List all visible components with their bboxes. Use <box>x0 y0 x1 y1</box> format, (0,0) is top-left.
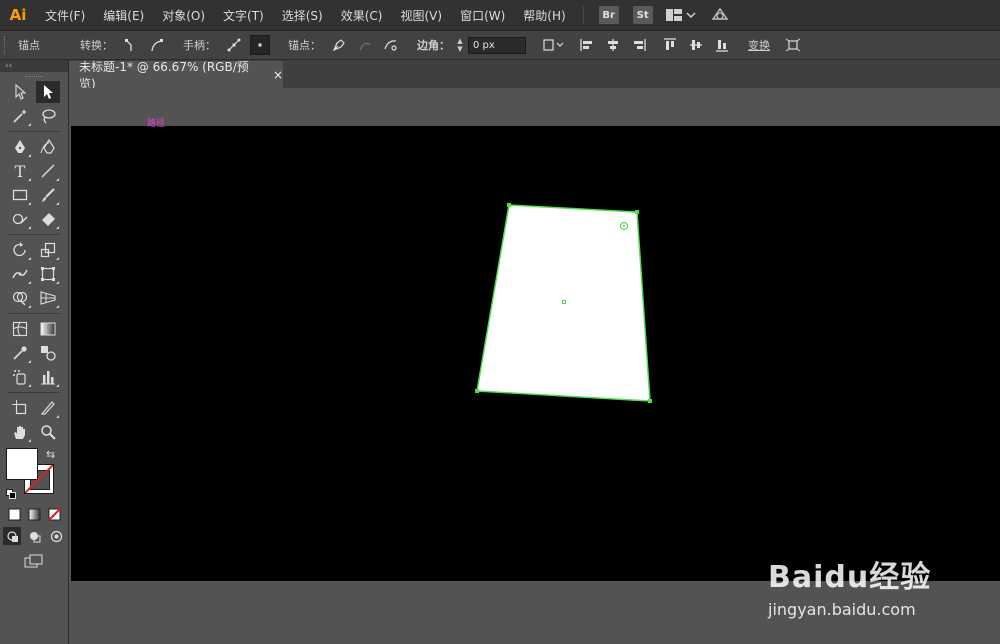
menu-type[interactable]: 文字(T) <box>214 7 273 24</box>
align-bottom-icon[interactable] <box>712 35 732 55</box>
lasso-tool-icon[interactable] <box>36 105 60 127</box>
menu-select[interactable]: 选择(S) <box>273 7 332 24</box>
menu-help[interactable]: 帮助(H) <box>514 7 574 24</box>
free-transform-tool-icon[interactable] <box>36 263 60 285</box>
none-mode-icon[interactable] <box>46 506 62 522</box>
anchors-label: 锚点： <box>288 39 321 52</box>
workspace-grid-icon <box>665 9 682 21</box>
document-tab[interactable]: 未标题-1* @ 66.67% (RGB/预览) × <box>69 60 283 91</box>
close-tab-icon[interactable]: × <box>273 68 283 82</box>
document-tab-bar: 未标题-1* @ 66.67% (RGB/预览) × <box>69 60 1000 91</box>
shape-builder-tool-icon[interactable] <box>8 287 32 309</box>
gradient-mode-icon[interactable] <box>26 506 42 522</box>
bridge-button[interactable]: Br <box>598 6 619 24</box>
anchor-point-title: 锚点 <box>18 39 40 52</box>
selection-tool-icon[interactable] <box>8 81 32 103</box>
baidu-watermark: Baidu经验 jingyan.baidu.com <box>768 540 988 630</box>
control-bar: 锚点 转换： 手柄： 锚点： 边角： ▲ ▼ 0 px 变换 <box>0 31 1000 60</box>
convert-to-corner-icon[interactable] <box>121 35 141 55</box>
menu-effect[interactable]: 效果(C) <box>332 7 392 24</box>
align-left-icon[interactable] <box>577 35 597 55</box>
artboard[interactable] <box>71 126 1000 581</box>
symbol-sprayer-tool-icon[interactable] <box>8 366 32 388</box>
default-colors-icon[interactable] <box>6 488 16 502</box>
menu-edit[interactable]: 编辑(E) <box>94 7 153 24</box>
align-center-h-icon[interactable] <box>603 35 623 55</box>
corner-label: 边角： <box>417 39 450 52</box>
menu-file[interactable]: 文件(F) <box>36 7 94 24</box>
cut-path-icon[interactable] <box>381 35 401 55</box>
menu-divider <box>582 6 584 24</box>
hide-handles-icon[interactable] <box>250 35 270 55</box>
perspective-grid-tool-icon[interactable] <box>36 287 60 309</box>
stock-button[interactable]: St <box>632 6 653 24</box>
eyedropper-tool-icon[interactable] <box>8 342 32 364</box>
transform-link[interactable]: 变换 <box>743 37 775 53</box>
line-segment-tool-icon[interactable] <box>36 160 60 182</box>
corner-stepper[interactable]: ▲ ▼ <box>455 36 465 54</box>
type-tool-icon[interactable]: T <box>8 160 32 182</box>
shaper-tool-icon[interactable] <box>8 208 32 230</box>
width-tool-icon[interactable] <box>8 263 32 285</box>
isolate-object-icon[interactable] <box>783 35 803 55</box>
curvature-tool-icon[interactable] <box>36 136 60 158</box>
menu-bar: Ai 文件(F) 编辑(E) 对象(O) 文字(T) 选择(S) 效果(C) 视… <box>0 0 1000 31</box>
blend-tool-icon[interactable] <box>36 342 60 364</box>
align-right-icon[interactable] <box>629 35 649 55</box>
control-bar-grip[interactable] <box>4 36 9 54</box>
baidu-url: jingyan.baidu.com <box>768 600 916 619</box>
menu-window[interactable]: 窗口(W) <box>451 7 514 24</box>
workspace-switcher[interactable] <box>665 9 696 21</box>
connect-anchors-icon[interactable] <box>355 35 375 55</box>
zoom-tool-icon[interactable] <box>36 421 60 443</box>
select-similar-icon[interactable] <box>540 35 568 55</box>
screen-mode-icon[interactable] <box>22 550 46 572</box>
menu-object[interactable]: 对象(O) <box>153 7 214 24</box>
fill-stroke-widget: ⇆ <box>0 448 68 504</box>
swap-fill-stroke-icon[interactable]: ⇆ <box>46 448 55 461</box>
tools-panel: ‹‹ T ⇆ <box>0 60 69 644</box>
remove-anchor-icon[interactable] <box>329 35 349 55</box>
draw-inside-icon[interactable] <box>47 527 65 545</box>
slice-tool-icon[interactable] <box>36 397 60 419</box>
corner-radius-input[interactable]: 0 px <box>468 36 526 54</box>
align-top-icon[interactable] <box>660 35 680 55</box>
menu-view[interactable]: 视图(V) <box>391 7 451 24</box>
gradient-tool-icon[interactable] <box>36 318 60 340</box>
baidu-logo: Baidu经验 <box>768 560 932 595</box>
show-handles-icon[interactable] <box>224 35 244 55</box>
path-hover-label: 路径 <box>147 119 166 129</box>
align-middle-v-icon[interactable] <box>686 35 706 55</box>
artboard-tool-icon[interactable] <box>8 397 32 419</box>
convert-label: 转换： <box>80 39 113 52</box>
scale-tool-icon[interactable] <box>36 239 60 261</box>
eraser-tool-icon[interactable] <box>36 208 60 230</box>
handles-label: 手柄： <box>183 39 216 52</box>
pen-tool-icon[interactable] <box>8 136 32 158</box>
draw-behind-icon[interactable] <box>25 527 43 545</box>
hand-tool-icon[interactable] <box>8 421 32 443</box>
document-tab-title: 未标题-1* @ 66.67% (RGB/预览) <box>79 59 249 91</box>
gpu-performance-icon[interactable] <box>710 5 730 26</box>
rotate-tool-icon[interactable] <box>8 239 32 261</box>
tools-grip[interactable] <box>0 72 68 80</box>
mesh-tool-icon[interactable] <box>8 318 32 340</box>
app-logo: Ai <box>9 6 27 24</box>
direct-selection-tool-icon[interactable] <box>36 81 60 103</box>
color-mode-icon[interactable] <box>6 506 22 522</box>
fill-swatch[interactable] <box>6 448 38 480</box>
paintbrush-tool-icon[interactable] <box>36 184 60 206</box>
draw-normal-icon[interactable] <box>3 527 21 545</box>
magic-wand-tool-icon[interactable] <box>8 105 32 127</box>
rectangle-tool-icon[interactable] <box>8 184 32 206</box>
tools-collapse-button[interactable]: ‹‹ <box>0 60 68 72</box>
column-graph-tool-icon[interactable] <box>36 366 60 388</box>
chevron-down-icon <box>686 12 696 19</box>
convert-to-smooth-icon[interactable] <box>147 35 167 55</box>
